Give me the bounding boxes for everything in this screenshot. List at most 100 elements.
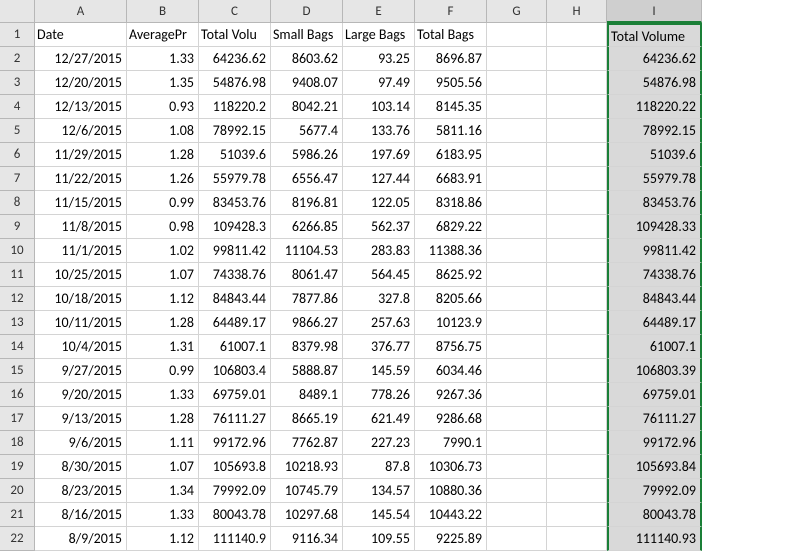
cell-D15[interactable]: 5888.87	[271, 359, 343, 383]
cell-H19[interactable]	[547, 455, 607, 479]
cell-B4[interactable]: 0.93	[127, 95, 199, 119]
row-header-12[interactable]: 12	[0, 287, 35, 311]
cell-H20[interactable]	[547, 479, 607, 503]
cell-I18[interactable]: 99172.96	[607, 431, 702, 455]
cell-F6[interactable]: 6183.95	[415, 143, 487, 167]
cell-B10[interactable]: 1.02	[127, 239, 199, 263]
cell-E5[interactable]: 133.76	[343, 119, 415, 143]
cell-H7[interactable]	[547, 167, 607, 191]
cell-E1[interactable]: Large Bags	[343, 23, 415, 47]
row-header-17[interactable]: 17	[0, 407, 35, 431]
cell-G4[interactable]	[487, 95, 547, 119]
cell-B18[interactable]: 1.11	[127, 431, 199, 455]
cell-A12[interactable]: 10/18/2015	[35, 287, 127, 311]
cell-E4[interactable]: 103.14	[343, 95, 415, 119]
row-header-6[interactable]: 6	[0, 143, 35, 167]
cell-F4[interactable]: 8145.35	[415, 95, 487, 119]
cell-D8[interactable]: 8196.81	[271, 191, 343, 215]
select-all-corner[interactable]	[0, 0, 35, 23]
cell-I21[interactable]: 80043.78	[607, 503, 702, 527]
cell-I20[interactable]: 79992.09	[607, 479, 702, 503]
cell-G20[interactable]	[487, 479, 547, 503]
row-header-2[interactable]: 2	[0, 47, 35, 71]
cell-H4[interactable]	[547, 95, 607, 119]
cell-D10[interactable]: 11104.53	[271, 239, 343, 263]
cell-H13[interactable]	[547, 311, 607, 335]
cell-D2[interactable]: 8603.62	[271, 47, 343, 71]
cell-A11[interactable]: 10/25/2015	[35, 263, 127, 287]
cell-E2[interactable]: 93.25	[343, 47, 415, 71]
cell-D4[interactable]: 8042.21	[271, 95, 343, 119]
cell-F22[interactable]: 9225.89	[415, 527, 487, 551]
cell-A2[interactable]: 12/27/2015	[35, 47, 127, 71]
cell-H10[interactable]	[547, 239, 607, 263]
cell-G14[interactable]	[487, 335, 547, 359]
cell-E20[interactable]: 134.57	[343, 479, 415, 503]
cell-H2[interactable]	[547, 47, 607, 71]
cell-C19[interactable]: 105693.8	[199, 455, 271, 479]
cell-I6[interactable]: 51039.6	[607, 143, 702, 167]
cell-G22[interactable]	[487, 527, 547, 551]
cell-B19[interactable]: 1.07	[127, 455, 199, 479]
cell-C3[interactable]: 54876.98	[199, 71, 271, 95]
cell-H16[interactable]	[547, 383, 607, 407]
cell-E7[interactable]: 127.44	[343, 167, 415, 191]
cell-I11[interactable]: 74338.76	[607, 263, 702, 287]
cell-E9[interactable]: 562.37	[343, 215, 415, 239]
cell-G15[interactable]	[487, 359, 547, 383]
cell-F3[interactable]: 9505.56	[415, 71, 487, 95]
col-header-A[interactable]: A	[35, 0, 127, 23]
cell-H9[interactable]	[547, 215, 607, 239]
cell-E8[interactable]: 122.05	[343, 191, 415, 215]
cell-G16[interactable]	[487, 383, 547, 407]
cell-I17[interactable]: 76111.27	[607, 407, 702, 431]
cell-G5[interactable]	[487, 119, 547, 143]
cell-E11[interactable]: 564.45	[343, 263, 415, 287]
cell-I12[interactable]: 84843.44	[607, 287, 702, 311]
cell-A6[interactable]: 11/29/2015	[35, 143, 127, 167]
cell-D17[interactable]: 8665.19	[271, 407, 343, 431]
cell-D14[interactable]: 8379.98	[271, 335, 343, 359]
cell-B11[interactable]: 1.07	[127, 263, 199, 287]
cell-I9[interactable]: 109428.33	[607, 215, 702, 239]
cell-D13[interactable]: 9866.27	[271, 311, 343, 335]
cell-I8[interactable]: 83453.76	[607, 191, 702, 215]
cell-C11[interactable]: 74338.76	[199, 263, 271, 287]
cell-G19[interactable]	[487, 455, 547, 479]
cell-C4[interactable]: 118220.2	[199, 95, 271, 119]
cell-A10[interactable]: 11/1/2015	[35, 239, 127, 263]
cell-D1[interactable]: Small Bags	[271, 23, 343, 47]
cell-C16[interactable]: 69759.01	[199, 383, 271, 407]
cell-E16[interactable]: 778.26	[343, 383, 415, 407]
cell-F16[interactable]: 9267.36	[415, 383, 487, 407]
cell-B12[interactable]: 1.12	[127, 287, 199, 311]
col-header-E[interactable]: E	[343, 0, 415, 23]
cell-F18[interactable]: 7990.1	[415, 431, 487, 455]
cell-H3[interactable]	[547, 71, 607, 95]
cell-C12[interactable]: 84843.44	[199, 287, 271, 311]
row-header-15[interactable]: 15	[0, 359, 35, 383]
cell-F9[interactable]: 6829.22	[415, 215, 487, 239]
cell-C8[interactable]: 83453.76	[199, 191, 271, 215]
cell-G10[interactable]	[487, 239, 547, 263]
cell-I1[interactable]: Total Volume	[607, 23, 702, 47]
col-header-F[interactable]: F	[415, 0, 487, 23]
cell-H21[interactable]	[547, 503, 607, 527]
cell-C2[interactable]: 64236.62	[199, 47, 271, 71]
cell-D18[interactable]: 7762.87	[271, 431, 343, 455]
cell-G2[interactable]	[487, 47, 547, 71]
cell-C13[interactable]: 64489.17	[199, 311, 271, 335]
row-header-20[interactable]: 20	[0, 479, 35, 503]
col-header-D[interactable]: D	[271, 0, 343, 23]
cell-D21[interactable]: 10297.68	[271, 503, 343, 527]
cell-H18[interactable]	[547, 431, 607, 455]
cell-A9[interactable]: 11/8/2015	[35, 215, 127, 239]
row-header-9[interactable]: 9	[0, 215, 35, 239]
cell-F20[interactable]: 10880.36	[415, 479, 487, 503]
spreadsheet-grid[interactable]: ABCDEFGHI1DateAveragePrTotal VoluSmall B…	[0, 0, 804, 551]
cell-B7[interactable]: 1.26	[127, 167, 199, 191]
cell-A16[interactable]: 9/20/2015	[35, 383, 127, 407]
cell-C22[interactable]: 111140.9	[199, 527, 271, 551]
cell-E3[interactable]: 97.49	[343, 71, 415, 95]
cell-E6[interactable]: 197.69	[343, 143, 415, 167]
